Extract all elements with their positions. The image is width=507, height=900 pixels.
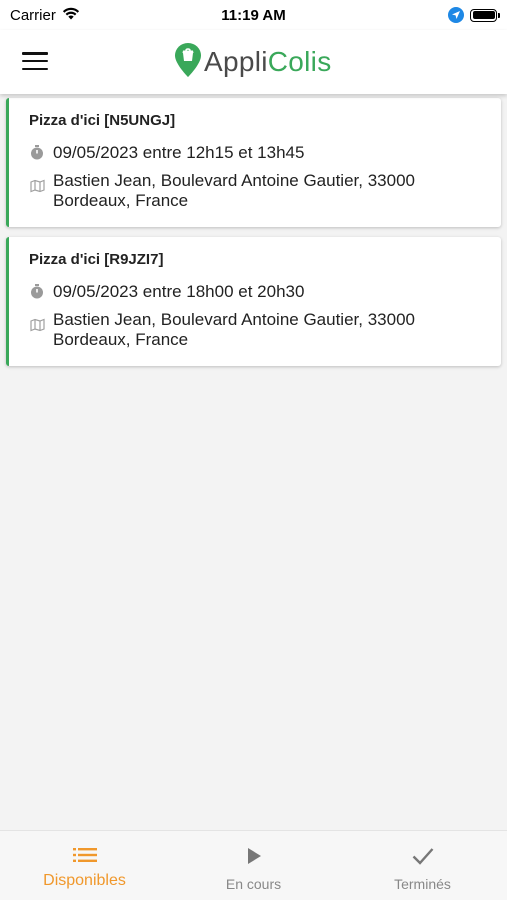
status-right (448, 7, 500, 23)
map-icon (29, 173, 45, 193)
logo-text-colis: Colis (267, 46, 332, 77)
order-schedule-row: 09/05/2023 entre 18h00 et 20h30 (29, 282, 485, 302)
order-address: Bastien Jean, Boulevard Antoine Gautier,… (53, 310, 415, 350)
orders-list: Pizza d'ici [N5UNGJ] 09/05/2023 entre 12… (0, 94, 507, 376)
order-schedule: 09/05/2023 entre 18h00 et 20h30 (53, 282, 305, 301)
status-bar: Carrier 11:19 AM (0, 0, 507, 30)
wifi-icon (62, 7, 80, 24)
tab-disponibles[interactable]: Disponibles (0, 831, 169, 900)
order-address-line1: Bastien Jean, Boulevard Antoine Gautier,… (53, 310, 415, 329)
order-schedule-row: 09/05/2023 entre 12h15 et 13h45 (29, 143, 485, 163)
app-logo: AppliColis (174, 42, 332, 82)
check-icon (412, 847, 434, 870)
order-address-line1: Bastien Jean, Boulevard Antoine Gautier,… (53, 171, 415, 190)
app-header: AppliColis (0, 30, 507, 94)
stopwatch-icon (29, 145, 45, 160)
tab-label: Disponibles (43, 872, 126, 889)
list-icon (72, 847, 97, 868)
tab-en-cours[interactable]: En cours (169, 831, 338, 900)
order-address-row: Bastien Jean, Boulevard Antoine Gautier,… (29, 310, 485, 350)
map-pin-logo-icon (174, 42, 202, 83)
battery-icon (470, 8, 500, 22)
location-arrow-icon (448, 7, 464, 23)
map-icon (29, 312, 45, 332)
menu-button[interactable] (22, 50, 48, 72)
order-address: Bastien Jean, Boulevard Antoine Gautier,… (53, 171, 415, 211)
tab-label: Terminés (394, 876, 451, 892)
order-title: Pizza d'ici [N5UNGJ] (29, 112, 176, 129)
order-title: Pizza d'ici [R9JZI7] (29, 251, 164, 268)
tab-termines[interactable]: Terminés (338, 831, 507, 900)
order-card[interactable]: Pizza d'ici [R9JZI7] 09/05/2023 entre 18… (6, 237, 501, 366)
play-icon (246, 847, 262, 870)
order-address-line2: Bordeaux, France (53, 191, 189, 210)
stopwatch-icon (29, 284, 45, 299)
order-card[interactable]: Pizza d'ici [N5UNGJ] 09/05/2023 entre 12… (6, 98, 501, 227)
carrier-label: Carrier (10, 6, 56, 24)
order-address-row: Bastien Jean, Boulevard Antoine Gautier,… (29, 171, 485, 211)
bottom-tab-bar: Disponibles En cours Terminés (0, 830, 507, 900)
logo-text-appli: Appli (204, 46, 268, 77)
logo-text: AppliColis (204, 46, 332, 78)
status-left: Carrier (10, 7, 80, 24)
hamburger-icon (22, 52, 48, 55)
tab-label: En cours (225, 876, 282, 892)
order-schedule: 09/05/2023 entre 12h15 et 13h45 (53, 143, 305, 162)
order-address-line2: Bordeaux, France (53, 330, 189, 349)
